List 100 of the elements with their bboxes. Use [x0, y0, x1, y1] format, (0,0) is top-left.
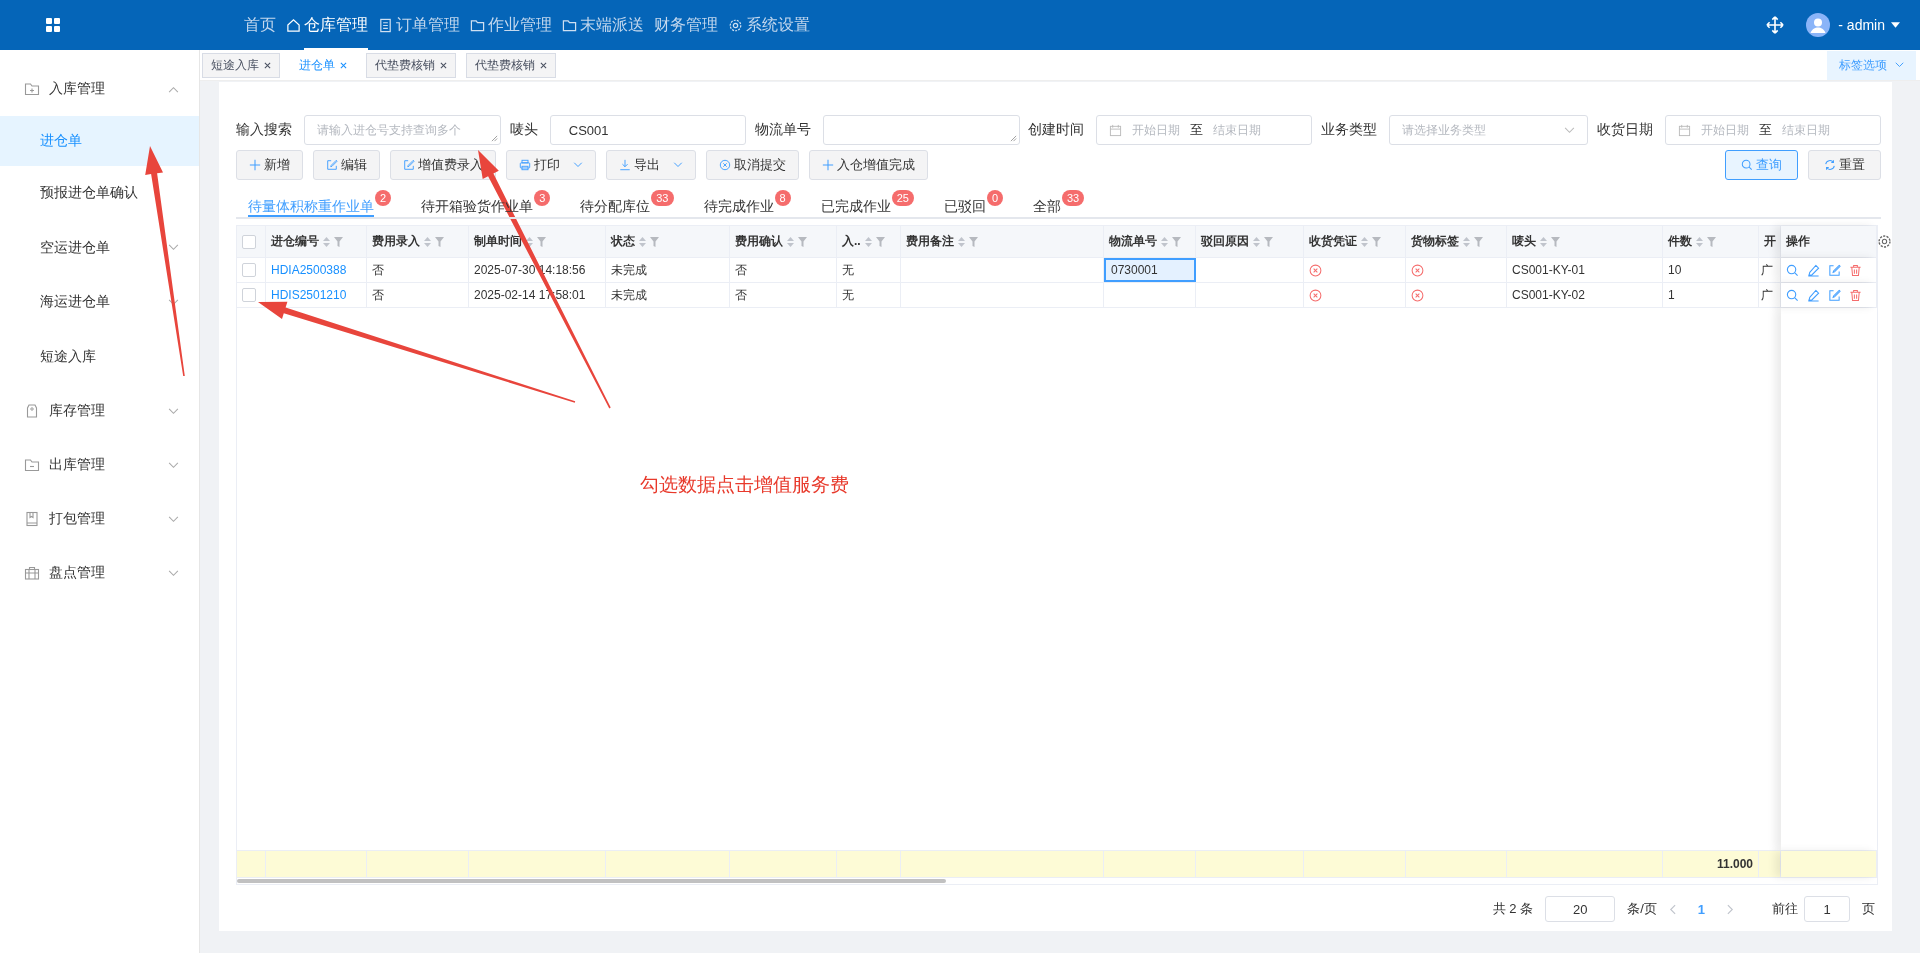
sort-filter-icon[interactable] [1251, 234, 1275, 249]
chevron-icon[interactable] [168, 515, 179, 523]
menu-item[interactable]: 短途入库 [0, 329, 199, 384]
chevron-icon[interactable] [168, 569, 179, 577]
sort-filter-icon[interactable] [637, 234, 661, 249]
page-tag[interactable]: 代垫费核销 [366, 52, 456, 78]
annotation-text: 勾选数据点击增值服务费 [640, 473, 849, 497]
pen-icon[interactable] [1807, 263, 1820, 277]
pen-icon[interactable] [1807, 288, 1820, 302]
edit-icon [326, 159, 338, 171]
table-cell: 无 [842, 261, 854, 279]
logistics-number-cell[interactable]: 0730001 [1104, 258, 1196, 282]
status-tab[interactable]: 全部 [1033, 194, 1061, 217]
page-size-select[interactable]: 20 [1545, 896, 1616, 922]
chevron-icon[interactable] [168, 85, 179, 93]
sort-filter-icon[interactable] [321, 234, 345, 249]
toolbar-button[interactable]: 打印 [506, 150, 596, 180]
date-range-field[interactable]: 开始日期 至 结束日期 [1665, 115, 1881, 145]
user-menu[interactable]: - admin [1838, 17, 1885, 33]
folder-icon[interactable] [562, 17, 577, 33]
settings-icon[interactable] [1877, 234, 1892, 249]
nav-item[interactable]: 财务管理 [654, 14, 718, 36]
sort-filter-icon[interactable] [1538, 234, 1562, 249]
nav-item[interactable]: 系统设置 [746, 14, 810, 36]
edit-icon[interactable] [1828, 263, 1841, 277]
nav-item[interactable]: 作业管理 [488, 14, 552, 36]
status-tab[interactable]: 待完成作业 [703, 194, 774, 217]
sort-filter-icon[interactable] [785, 234, 809, 249]
toolbar-button[interactable]: 取消提交 [706, 150, 799, 180]
count-badge: 25 [891, 190, 914, 206]
avatar-icon[interactable] [1806, 13, 1831, 37]
close-icon[interactable] [264, 61, 271, 69]
close-icon[interactable] [340, 61, 347, 69]
close-icon[interactable] [440, 61, 447, 69]
table-cell: 2025-07-30 14:18:56 [474, 263, 586, 277]
input-field[interactable] [822, 115, 1020, 145]
sort-filter-icon[interactable] [422, 234, 446, 249]
table-cell: 否 [735, 286, 747, 304]
plus-icon [249, 159, 261, 171]
previous-page-icon[interactable] [1668, 903, 1676, 915]
close-icon[interactable] [540, 61, 547, 69]
nav-item[interactable]: 首页 [244, 14, 276, 36]
status-tab[interactable]: 已完成作业 [820, 194, 891, 217]
sort-filter-icon[interactable] [1359, 234, 1383, 249]
chevron-icon[interactable] [1895, 62, 1904, 68]
menu-group[interactable]: 入库管理 [0, 62, 199, 116]
row-checkbox[interactable] [242, 288, 256, 302]
row-checkbox[interactable] [242, 263, 256, 277]
caret-icon[interactable] [1891, 22, 1900, 28]
house-icon[interactable] [286, 17, 301, 33]
toolbar-button[interactable]: 编辑 [313, 150, 380, 180]
menu-item[interactable]: 空运进仓单 [0, 220, 199, 275]
nav-item[interactable]: 末端派送 [580, 14, 644, 36]
book-icon [24, 511, 40, 527]
date-range-field[interactable]: 开始日期 至 结束日期 [1096, 115, 1313, 145]
move-arrows-icon[interactable] [1766, 16, 1785, 34]
status-tab[interactable]: 待分配库位 [580, 194, 651, 217]
menu-group[interactable]: 库存管理 [0, 384, 199, 438]
menu-group[interactable]: 盘点管理 [0, 546, 199, 600]
sort-filter-icon[interactable] [956, 234, 980, 249]
sort-filter-icon[interactable] [1159, 234, 1183, 249]
folder-icon[interactable] [470, 17, 485, 33]
settings-icon[interactable] [728, 17, 743, 33]
sort-filter-icon[interactable] [1694, 234, 1718, 249]
column-header[interactable]: 操作 [1781, 226, 1877, 257]
table-cell: 无 [842, 286, 854, 304]
search-icon[interactable] [1786, 263, 1799, 277]
menu-group[interactable]: 打包管理 [0, 492, 199, 546]
edit-icon[interactable] [1828, 288, 1841, 302]
apps-grid-icon[interactable] [45, 17, 61, 33]
select-all-checkbox[interactable] [242, 234, 256, 249]
chevron-icon[interactable] [168, 244, 179, 252]
resize-grip-icon[interactable] [1009, 135, 1017, 142]
calendar-icon [1678, 123, 1691, 137]
page-tag[interactable]: 短途入库 [202, 52, 280, 78]
plus-icon [822, 159, 834, 171]
input-field[interactable]: CS001 [549, 115, 746, 145]
menu-item[interactable]: 预报进仓单确认 [0, 166, 199, 221]
delete-icon[interactable] [1849, 288, 1862, 302]
sort-filter-icon[interactable] [524, 234, 548, 249]
filter-label: 物流单号 [754, 121, 811, 139]
sort-filter-icon[interactable] [862, 234, 887, 249]
status-tab[interactable]: 已驳回 [943, 194, 986, 217]
chevron-icon[interactable] [168, 461, 179, 469]
toolbar-button[interactable]: 入仓增值完成 [809, 150, 928, 180]
menu-group[interactable]: 出库管理 [0, 438, 199, 492]
toolbar-button[interactable]: 导出 [606, 150, 696, 180]
goto-page-field[interactable]: 1 [1804, 896, 1850, 922]
delete-icon[interactable] [1849, 263, 1862, 277]
sort-filter-icon[interactable] [1461, 234, 1485, 249]
document-icon[interactable] [378, 17, 393, 33]
toolbar-button[interactable]: 新增 [236, 150, 303, 180]
page-tag[interactable]: 代垫费核销 [466, 52, 556, 78]
search-action-button[interactable]: 重置 [1808, 150, 1881, 180]
nav-item[interactable]: 订单管理 [396, 14, 460, 36]
search-icon[interactable] [1786, 288, 1799, 302]
scrollbar-thumb[interactable] [237, 879, 946, 883]
resize-grip-icon[interactable] [491, 135, 498, 142]
chevron-icon[interactable] [168, 407, 179, 415]
next-page-icon[interactable] [1727, 903, 1734, 915]
